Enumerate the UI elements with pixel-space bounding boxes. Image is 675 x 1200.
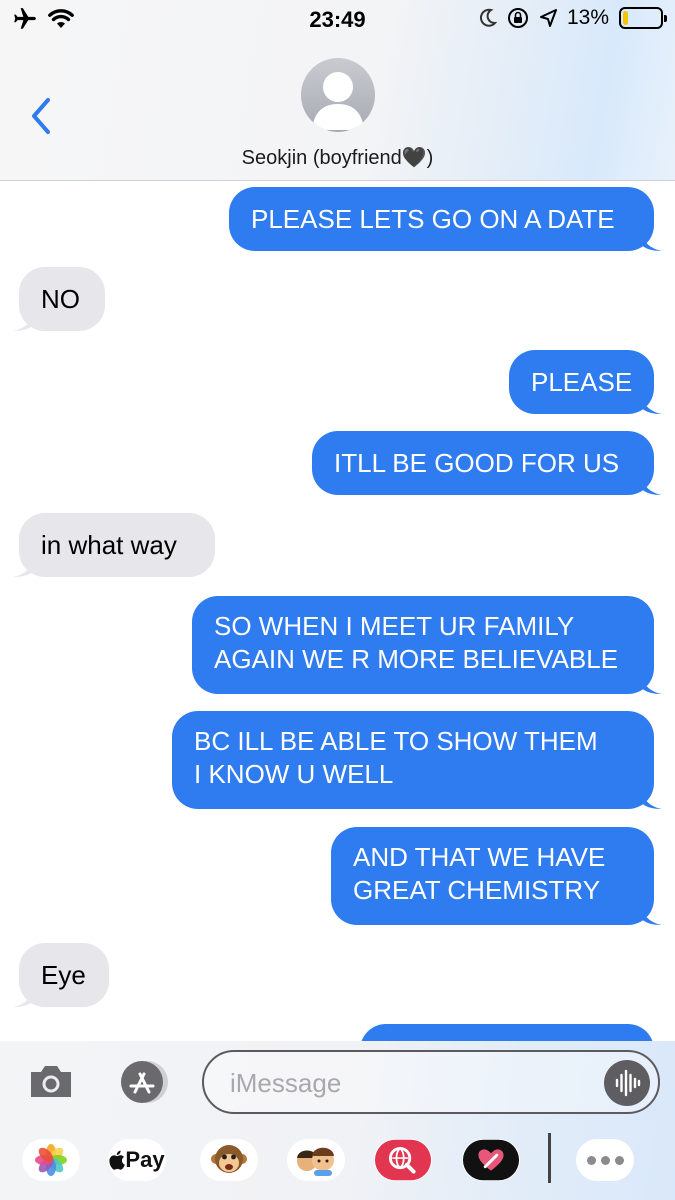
chevron-left-icon bbox=[32, 98, 50, 134]
message-bubble-sent[interactable]: ITLL BE GOOD FOR US bbox=[312, 431, 654, 495]
apple-pay-button[interactable]: Pay bbox=[108, 1139, 166, 1181]
message-bubble-sent[interactable]: BC ILL BE ABLE TO SHOW THEM I KNOW U WEL… bbox=[172, 711, 654, 809]
message-text-line: GREAT CHEMISTRY bbox=[353, 875, 601, 905]
contact-name[interactable]: Seokjin (boyfriend🖤) bbox=[0, 145, 675, 170]
message-text: Eye bbox=[41, 959, 86, 990]
rotation-lock-icon bbox=[507, 8, 528, 28]
message-thread[interactable]: PLEASE LETS GO ON A DATE NO PLEASE ITLL … bbox=[0, 181, 675, 1041]
location-icon bbox=[539, 9, 557, 27]
bubble-tail bbox=[13, 555, 35, 577]
bubble-tail bbox=[13, 985, 35, 1007]
bubble-tail bbox=[640, 392, 662, 414]
message-text: ITLL BE GOOD FOR US bbox=[334, 447, 620, 478]
message-text: NO bbox=[41, 283, 80, 314]
message-bubble-sent[interactable]: SO WHEN I MEET UR FAMILY AGAIN WE R MORE… bbox=[192, 596, 654, 694]
message-text: PLEASE LETS GO ON A DATE bbox=[251, 203, 615, 234]
message-input-placeholder: iMessage bbox=[230, 1068, 342, 1098]
more-apps-button[interactable] bbox=[576, 1139, 634, 1181]
battery-percent: 13% bbox=[566, 6, 609, 29]
compose-bar: iMessage bbox=[0, 1041, 675, 1121]
moon-icon bbox=[480, 8, 497, 27]
bubble-tail bbox=[640, 672, 662, 694]
web-search-button[interactable] bbox=[374, 1139, 432, 1181]
message-text-line: AGAIN WE R MORE BELIEVABLE bbox=[214, 644, 619, 674]
contact-avatar[interactable] bbox=[301, 58, 375, 132]
photos-icon bbox=[35, 1144, 67, 1176]
digital-touch-icon bbox=[462, 1139, 520, 1181]
bubble-tail bbox=[640, 903, 662, 925]
app-drawer-divider bbox=[548, 1133, 551, 1183]
camera-button[interactable] bbox=[28, 1063, 74, 1104]
waveform-icon bbox=[615, 1069, 641, 1097]
bubble-tail bbox=[640, 473, 662, 495]
animoji-button[interactable] bbox=[200, 1139, 258, 1181]
person-silhouette-icon bbox=[312, 72, 364, 130]
monkey-animoji-icon bbox=[211, 1145, 247, 1173]
more-icon bbox=[586, 1155, 624, 1165]
battery-level bbox=[623, 11, 628, 25]
digital-touch-button[interactable] bbox=[462, 1139, 520, 1181]
message-text-line: I KNOW U WELL bbox=[194, 759, 394, 789]
message-bubble-sent[interactable]: PLEASE LETS GO ON A DATE bbox=[229, 187, 654, 251]
message-bubble-sent[interactable]: PLEASE bbox=[509, 350, 654, 414]
message-input[interactable]: iMessage bbox=[202, 1050, 660, 1114]
back-button[interactable] bbox=[28, 96, 58, 136]
app-store-icon bbox=[121, 1061, 168, 1103]
message-bubble-sent-partial[interactable] bbox=[360, 1024, 654, 1041]
battery-icon bbox=[619, 7, 667, 29]
audio-message-button[interactable] bbox=[604, 1060, 650, 1106]
apple-pay-label: Pay bbox=[125, 1147, 165, 1172]
camera-icon bbox=[31, 1066, 71, 1097]
message-bubble-received[interactable]: in what way bbox=[19, 513, 215, 577]
app-drawer: Pay bbox=[0, 1121, 675, 1200]
web-search-icon bbox=[374, 1139, 432, 1181]
message-text-line: SO WHEN I MEET UR FAMILY bbox=[214, 611, 575, 641]
message-text: PLEASE bbox=[531, 366, 633, 397]
app-store-button[interactable] bbox=[113, 1059, 171, 1105]
status-bar: 23:49 13% bbox=[0, 0, 675, 40]
message-text-line: AND THAT WE HAVE bbox=[353, 842, 606, 872]
memoji-button[interactable] bbox=[287, 1139, 345, 1181]
bubble-tail bbox=[640, 229, 662, 251]
photos-app-button[interactable] bbox=[22, 1139, 80, 1181]
bubble-tail bbox=[13, 309, 35, 331]
apple-logo-icon bbox=[109, 1150, 126, 1170]
message-text: in what way bbox=[41, 529, 177, 560]
message-bubble-sent[interactable]: AND THAT WE HAVE GREAT CHEMISTRY bbox=[331, 827, 654, 925]
memoji-icon bbox=[297, 1147, 334, 1176]
bubble-tail bbox=[640, 787, 662, 809]
message-text-line: BC ILL BE ABLE TO SHOW THEM bbox=[194, 726, 598, 756]
